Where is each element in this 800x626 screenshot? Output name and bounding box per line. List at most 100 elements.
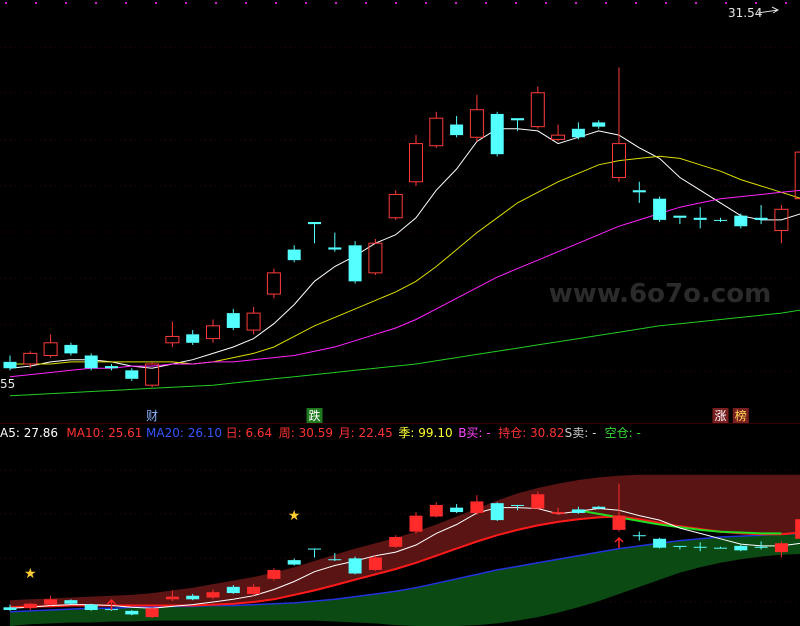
- top-tick: [545, 2, 547, 4]
- candle-body: [105, 366, 118, 369]
- candle: [165, 321, 180, 348]
- legend-item: MA10: 25.61: [66, 426, 142, 440]
- top-tick: [35, 2, 37, 4]
- indicator-candle-body: [470, 501, 484, 513]
- candle-body: [632, 190, 646, 193]
- candle-body: [530, 92, 545, 128]
- indicator-candle-body: [64, 600, 78, 604]
- candle: [23, 351, 38, 369]
- candle-body: [368, 242, 383, 274]
- indicator-pane: ★★: [3, 474, 800, 626]
- indicator-candle: [348, 556, 362, 575]
- indicator-candle: [795, 519, 800, 539]
- candle: [368, 238, 383, 275]
- candle: [734, 213, 748, 229]
- indicator-candle: [632, 531, 646, 541]
- indicator-candle-body: [450, 507, 464, 513]
- candle-body: [714, 219, 727, 221]
- top-tick: [575, 2, 577, 4]
- candle: [328, 232, 342, 252]
- candle: [754, 205, 768, 225]
- top-tick: [65, 2, 67, 4]
- top-tick: [485, 2, 487, 4]
- indicator-candle-body: [186, 595, 200, 600]
- indicator-candle: [389, 535, 403, 548]
- candle: [226, 308, 240, 331]
- candle-body: [287, 249, 301, 261]
- event-marker: 财: [146, 409, 158, 423]
- indicator-candle-body: [206, 592, 220, 598]
- indicator-candle-body: [490, 503, 504, 521]
- candle-body: [511, 118, 524, 121]
- indicator-legend: A5: 27.86 MA10: 25.61 MA20: 26.10 日: 6.64 周:…: [0, 425, 641, 440]
- indicator-candle-body: [774, 543, 788, 553]
- indicator-candle: [23, 602, 37, 610]
- candle-body: [23, 352, 38, 365]
- ma-line-ma20: [9, 189, 800, 378]
- indicator-candle: [490, 502, 504, 521]
- price-low-label: 55: [0, 377, 15, 391]
- candle: [429, 111, 444, 148]
- candle-body: [592, 122, 606, 127]
- indicator-candle-body: [348, 558, 362, 574]
- candle-body: [125, 370, 139, 379]
- candle: [774, 205, 789, 244]
- candle: [469, 94, 484, 142]
- indicator-candle: [429, 502, 443, 518]
- candle: [612, 67, 626, 182]
- candle: [551, 124, 566, 142]
- legend-item: 持仓: 30.82: [498, 425, 564, 440]
- candle-body: [409, 143, 423, 183]
- legend-item: B买: -: [458, 426, 490, 440]
- top-tick: [395, 2, 397, 4]
- candle: [409, 135, 423, 186]
- candle-body: [64, 344, 78, 354]
- candle-body: [348, 245, 362, 282]
- top-tick: [695, 2, 697, 4]
- indicator-candle: [470, 495, 484, 515]
- candle: [794, 151, 800, 200]
- candle: [43, 334, 58, 358]
- ma-line-ma60: [9, 309, 800, 397]
- ma-line-ma5: [9, 128, 800, 369]
- top-tick: [365, 2, 367, 4]
- candle: [450, 116, 464, 138]
- indicator-candle-body: [23, 603, 37, 609]
- indicator-candle-body: [389, 537, 403, 547]
- candle-body: [450, 124, 464, 136]
- indicator-candle-body: [165, 596, 179, 600]
- legend-item: S卖: -: [565, 426, 597, 440]
- top-tick: [125, 2, 127, 4]
- indicator-candle: [267, 568, 281, 581]
- top-tick: [425, 2, 427, 4]
- indicator-candle: [44, 595, 58, 606]
- candle: [653, 196, 667, 223]
- candle: [125, 368, 139, 381]
- candle-body: [3, 361, 17, 369]
- candle: [246, 306, 261, 335]
- event-markers: 财 跌 涨榜: [146, 408, 749, 423]
- top-tick: [245, 2, 247, 4]
- indicator-candle-body: [226, 586, 240, 594]
- indicator-candle-body: [267, 569, 281, 579]
- indicator-candle-body: [247, 586, 261, 594]
- top-tick: [95, 2, 97, 4]
- indicator-candle-body: [551, 512, 565, 514]
- indicator-candle-body: [592, 506, 606, 509]
- indicator-candle-body: [734, 545, 748, 551]
- top-tick: [515, 2, 517, 4]
- indicator-candle: [308, 548, 321, 558]
- candle: [571, 122, 585, 140]
- candle-body: [693, 217, 707, 220]
- candle-body: [84, 355, 98, 369]
- indicator-candle-body: [531, 494, 545, 509]
- candle-body: [653, 198, 667, 220]
- candle: [714, 217, 727, 223]
- top-tick: [455, 2, 457, 4]
- indicator-candle-body: [368, 557, 382, 570]
- indicator-candle-body: [44, 599, 58, 605]
- candle: [632, 181, 646, 203]
- top-tick: [305, 2, 307, 4]
- indicator-candle-body: [328, 559, 342, 561]
- candle: [186, 330, 200, 345]
